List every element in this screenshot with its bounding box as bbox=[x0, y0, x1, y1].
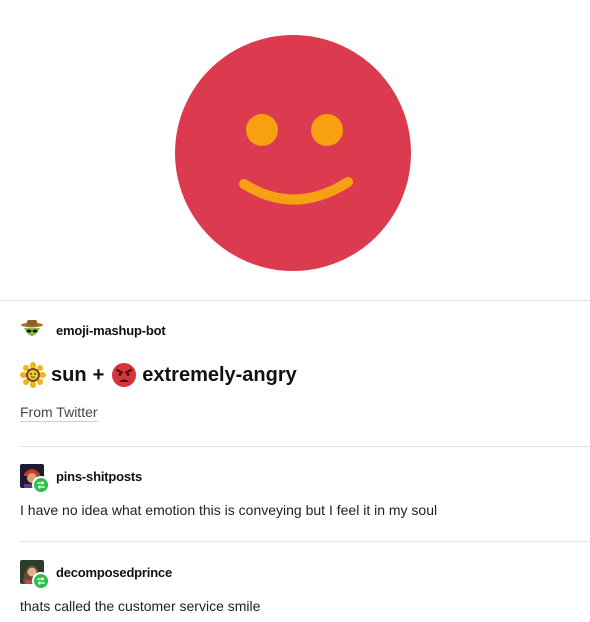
red-smiley-face-icon bbox=[175, 35, 411, 271]
mashup-first-word[interactable]: sun bbox=[51, 364, 87, 387]
post-emoji-mashup-bot: emoji-mashup-bot sun + extremely-angry F… bbox=[20, 318, 580, 422]
post-comment-text: thats called the customer service smile bbox=[20, 598, 261, 614]
post-username[interactable]: emoji-mashup-bot bbox=[56, 323, 166, 338]
source-link[interactable]: From Twitter bbox=[20, 404, 98, 422]
post-username[interactable]: pins-shitposts bbox=[56, 469, 142, 484]
extremely-angry-face-icon bbox=[111, 362, 137, 388]
hero-divider bbox=[0, 300, 590, 301]
post-divider bbox=[20, 446, 590, 447]
alien-cowboy-avatar-icon[interactable] bbox=[20, 318, 44, 342]
post-divider bbox=[20, 541, 590, 542]
left-eye bbox=[246, 114, 278, 146]
face-circle bbox=[175, 35, 411, 271]
post-header: pins-shitposts bbox=[20, 464, 580, 494]
mashup-plus: + bbox=[92, 363, 105, 386]
post-decomposedprince: decomposedprince thats called the custom… bbox=[20, 560, 580, 614]
sun-flower-icon bbox=[20, 362, 46, 388]
post-comment-text: I have no idea what emotion this is conv… bbox=[20, 502, 438, 518]
user-avatar-icon[interactable] bbox=[20, 464, 50, 494]
right-eye bbox=[311, 114, 343, 146]
post-pins-shitposts: pins-shitposts I have no idea what emoti… bbox=[20, 464, 580, 518]
post-header: decomposedprince bbox=[20, 560, 580, 590]
mashup-second-word[interactable]: extremely-angry bbox=[142, 364, 297, 387]
reblog-icon bbox=[32, 572, 50, 590]
post-username[interactable]: decomposedprince bbox=[56, 565, 172, 580]
post-header: emoji-mashup-bot bbox=[20, 318, 580, 342]
mashup-title: sun + extremely-angry bbox=[20, 362, 580, 388]
reblog-icon bbox=[32, 476, 50, 494]
mashup-result-image bbox=[0, 0, 590, 300]
user-avatar-icon[interactable] bbox=[20, 560, 50, 590]
